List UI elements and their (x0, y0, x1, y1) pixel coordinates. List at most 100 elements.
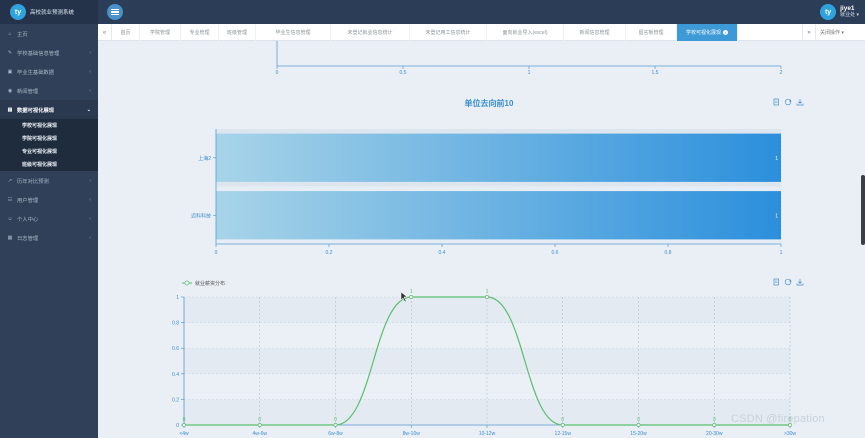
line-y-tick-label: 1 (176, 295, 179, 301)
logo-area[interactable]: ty 高校就业预测系统 (0, 0, 98, 24)
tab-college[interactable]: 学院管理 (140, 24, 181, 41)
chevron-left-icon: ‹ (89, 177, 91, 184)
sidebar-item-graduate-data[interactable]: ▣ 毕业生基础数据 ‹ (0, 62, 98, 81)
line-point[interactable] (636, 423, 641, 427)
tab-message-board[interactable]: 留言板管理 (626, 24, 677, 41)
bar[interactable] (216, 133, 781, 182)
sidebar-submenu: 学校可视化展现 学院可视化展现 专业可视化展现 班级可视化展现 (0, 119, 98, 171)
user-icon: ☺ (7, 215, 13, 222)
bar-category-label: 上海2 (198, 155, 211, 162)
close-icon[interactable]: × (723, 30, 728, 35)
sidebar-subitem-college[interactable]: 学院可视化展现 (0, 132, 98, 145)
chevron-left-icon: ‹ (89, 87, 91, 94)
bar-chart-toolbar (773, 98, 804, 106)
tabs-bar: « 首页 学院管理 专业管理 班级管理 毕业生信息管理 未登记就业信息统计 未登… (98, 24, 865, 41)
sidebar-item-school-info[interactable]: ✎ 学校基础信息管理 ‹ (0, 43, 98, 62)
top-chart-tick-label: 1.5 (652, 70, 659, 76)
tabs-scroll-right-button[interactable]: » (802, 24, 816, 41)
refresh-icon[interactable] (784, 278, 792, 286)
tab-unregistered-labor[interactable]: 未登记用工信息统计 (410, 24, 487, 41)
line-x-tick-label: 8w-10w (403, 431, 421, 437)
tab-major[interactable]: 专业管理 (181, 24, 219, 41)
line-y-tick-label: 0.4 (172, 372, 179, 378)
avatar[interactable]: ty (820, 4, 837, 20)
tabs-scroll-left-button[interactable]: « (98, 24, 112, 41)
users-icon: ☷ (7, 196, 13, 203)
sidebar-subitem-school[interactable]: 学校可视化展现 (0, 119, 98, 132)
sidebar-item-label: 毕业生基础数据 (17, 69, 55, 76)
bar-x-tick-label: 0.6 (552, 250, 559, 256)
tab-news[interactable]: 新闻信息管理 (564, 24, 626, 41)
top-chart-ticks: 0 0.5 1 1.5 2 (276, 66, 783, 76)
top-chart-tick-label: 1 (528, 70, 531, 76)
chevron-left-icon: ‹ (89, 68, 91, 75)
charts-canvas: 0 0.5 1 1.5 2 单位去向前10 11 0 0.2 0.4 0.6 0… (172, 41, 804, 437)
document-icon[interactable] (773, 278, 779, 286)
bar-x-tick-label: 0 (215, 250, 218, 256)
line-x-tick-label: 10-12w (479, 431, 496, 437)
bar-x-tick-label: 1 (780, 250, 783, 256)
sidebar-item-label: 用户管理 (17, 197, 39, 204)
sidebar-subitem-class[interactable]: 班级可视化展现 (0, 158, 98, 171)
sidebar-subitem-major[interactable]: 专业可视化展现 (0, 145, 98, 158)
sidebar-item-home[interactable]: ⌂ 主页 (0, 24, 98, 43)
tab-unregistered-employment[interactable]: 未登记就业信息统计 (331, 24, 410, 41)
sidebar-item-label: 新闻管理 (17, 88, 39, 95)
line-y-tick-label: 0 (176, 423, 179, 429)
sidebar-item-forecast[interactable]: ↗ 历年对比预测 ‹ (0, 171, 98, 190)
line-point[interactable] (560, 423, 565, 427)
user-menu[interactable]: ty jiye1 就业处 ▾ (820, 3, 859, 21)
bar-data-label: 1 (775, 213, 778, 219)
download-icon[interactable] (796, 279, 804, 286)
logo-icon: ty (10, 4, 26, 20)
line-point[interactable] (409, 295, 414, 299)
line-x-tick-label: <4w (179, 431, 189, 437)
menu-toggle-button[interactable] (107, 4, 123, 20)
bar[interactable] (216, 191, 781, 240)
line-point[interactable] (485, 295, 489, 299)
chevron-left-icon: ‹ (89, 196, 91, 203)
line-data-label: 0 (334, 417, 337, 423)
main-content: 0 0.5 1 1.5 2 单位去向前10 1 1 0 0.2 0.4 0.6 … (98, 41, 865, 438)
tab-class[interactable]: 班级管理 (219, 24, 256, 41)
sidebar-item-profile[interactable]: ☺ 个人中心 ‹ (0, 209, 98, 228)
line-point[interactable] (712, 423, 717, 427)
sidebar-item-logs[interactable]: ▦ 日志管理 ‹ (0, 228, 98, 247)
bar-x-tick-label: 0.8 (665, 250, 672, 256)
line-point[interactable] (257, 423, 262, 427)
line-x-tick-label: >30w (784, 431, 796, 437)
tab-excel-import[interactable]: 面向就业导入(excel) (487, 24, 564, 41)
chevron-left-icon: ‹ (89, 49, 91, 56)
tab-label: 学校可视化展现 (685, 30, 721, 36)
sidebar-item-label: 历年对比预测 (17, 178, 49, 185)
chart-icon: ▤ (7, 106, 13, 113)
user-role-dropdown[interactable]: 就业处 ▾ (840, 12, 859, 19)
tab-graduate-info[interactable]: 毕业生信息管理 (256, 24, 331, 41)
chevron-left-icon: ‹ (89, 234, 91, 241)
line-data-label: 1 (486, 289, 489, 295)
tab-school-visualization[interactable]: 学校可视化展现 × (677, 24, 738, 41)
scrollbar[interactable] (861, 175, 865, 245)
line-x-tick-label: 4w-6w (253, 431, 268, 437)
download-icon[interactable] (796, 99, 804, 106)
sidebar-item-label: 主页 (17, 31, 28, 38)
refresh-icon[interactable] (784, 98, 792, 106)
sidebar-item-label: 学校基础信息管理 (17, 50, 60, 57)
legend-marker (184, 280, 190, 286)
tab-home[interactable]: 首页 (112, 24, 140, 41)
sidebar-item-visualization[interactable]: ▤ 数据可视化展现 ⌄ (0, 100, 98, 119)
close-operations-dropdown[interactable]: 关闭操作 ▾ (820, 24, 844, 41)
top-bar: ty 高校就业预测系统 ty jiye1 就业处 ▾ (0, 0, 865, 24)
chevron-down-icon: ⌄ (86, 106, 91, 113)
sidebar-item-news[interactable]: ◉ 新闻管理 ‹ (0, 81, 98, 100)
bar-chart-x-ticks: 0 0.2 0.4 0.6 0.8 1 (215, 244, 783, 256)
line-data-label: 0 (637, 417, 640, 423)
line-chart-legend[interactable]: 就业薪资分布 (182, 280, 225, 287)
sidebar-item-label: 数据可视化展现 (17, 107, 55, 114)
document-icon[interactable] (773, 98, 779, 106)
line-point[interactable] (182, 423, 186, 427)
bar-chart-y-labels: 迈科科技 上海2 (191, 155, 216, 219)
sidebar-item-users[interactable]: ☷ 用户管理 ‹ (0, 190, 98, 209)
line-x-tick-label: 15-20w (630, 431, 647, 437)
line-point[interactable] (333, 423, 338, 427)
